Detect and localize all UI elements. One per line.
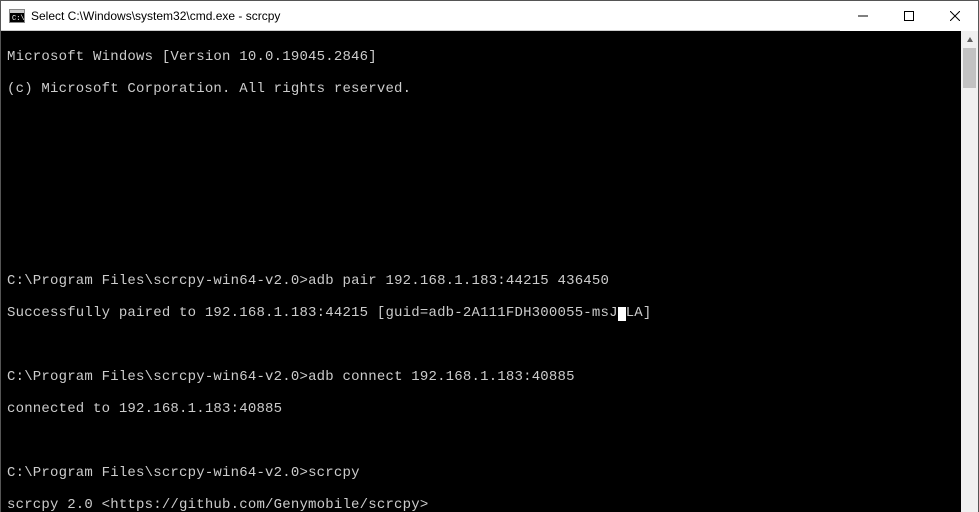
titlebar[interactable]: C:\ Select C:\Windows\system32\cmd.exe -…	[1, 1, 978, 31]
prompt-path: C:\Program Files\scrcpy-win64-v2.0>	[7, 273, 308, 289]
console-output[interactable]: Microsoft Windows [Version 10.0.19045.28…	[1, 31, 961, 512]
console-line: (c) Microsoft Corporation. All rights re…	[7, 81, 957, 97]
output-text: LA]	[626, 305, 652, 321]
cmd-icon: C:\	[9, 8, 25, 24]
console-line: scrcpy 2.0 <https://github.com/Genymobil…	[7, 497, 957, 512]
console-blank	[7, 113, 957, 129]
scroll-track[interactable]	[961, 48, 978, 512]
console-line: C:\Program Files\scrcpy-win64-v2.0>adb c…	[7, 369, 957, 385]
prompt-path: C:\Program Files\scrcpy-win64-v2.0>	[7, 369, 308, 385]
console-blank	[7, 433, 957, 449]
console-line: C:\Program Files\scrcpy-win64-v2.0>adb p…	[7, 273, 957, 289]
console-line: Microsoft Windows [Version 10.0.19045.28…	[7, 49, 957, 65]
console-blank	[7, 177, 957, 193]
minimize-button[interactable]	[840, 1, 886, 31]
maximize-button[interactable]	[886, 1, 932, 31]
console-blank	[7, 209, 957, 225]
console-line: Successfully paired to 192.168.1.183:442…	[7, 305, 957, 321]
output-text: Successfully paired to 192.168.1.183:442…	[7, 305, 618, 321]
client-area: Microsoft Windows [Version 10.0.19045.28…	[1, 31, 978, 512]
close-button[interactable]	[932, 1, 978, 31]
vertical-scrollbar[interactable]	[961, 31, 978, 512]
console-line: C:\Program Files\scrcpy-win64-v2.0>scrcp…	[7, 465, 957, 481]
cmd-window: C:\ Select C:\Windows\system32\cmd.exe -…	[0, 0, 979, 512]
console-line: connected to 192.168.1.183:40885	[7, 401, 957, 417]
console-blank	[7, 241, 957, 257]
prompt-cmd: adb connect 192.168.1.183:40885	[308, 369, 575, 385]
console-blank	[7, 145, 957, 161]
prompt-path: C:\Program Files\scrcpy-win64-v2.0>	[7, 465, 308, 481]
scroll-thumb[interactable]	[963, 48, 976, 88]
prompt-cmd: adb pair 192.168.1.183:44215 436450	[308, 273, 609, 289]
prompt-cmd: scrcpy	[308, 465, 360, 481]
window-title: Select C:\Windows\system32\cmd.exe - scr…	[31, 9, 280, 23]
svg-text:C:\: C:\	[12, 15, 25, 23]
console-blank	[7, 337, 957, 353]
selection-cursor	[618, 307, 626, 321]
scroll-up-button[interactable]	[961, 31, 978, 48]
